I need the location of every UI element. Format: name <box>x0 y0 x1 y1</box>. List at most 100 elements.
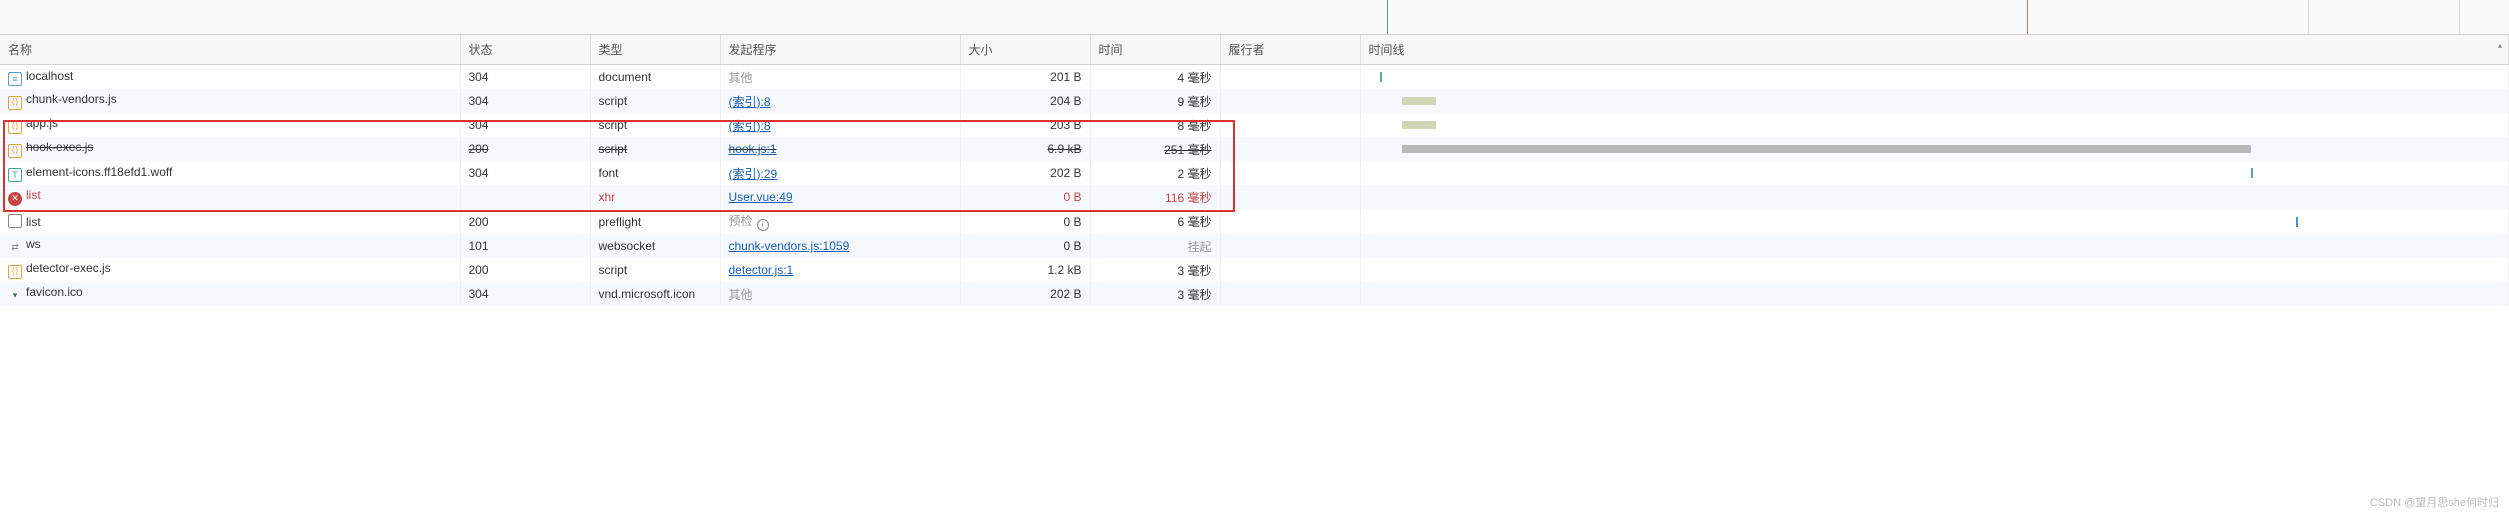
size-cell: 1.2 kB <box>960 258 1090 282</box>
time-cell: 3 毫秒 <box>1090 258 1220 282</box>
type-cell: script <box>590 137 720 161</box>
request-name: hook-exec.js <box>26 140 93 154</box>
col-header-initiator[interactable]: 发起程序 <box>720 35 960 65</box>
col-header-type[interactable]: 类型 <box>590 35 720 65</box>
table-row[interactable]: list200preflight预检i0 B6 毫秒 <box>0 209 2509 234</box>
fulfilled-cell <box>1220 65 1360 90</box>
timeline-overview[interactable] <box>0 0 2509 35</box>
waterfall-cell[interactable] <box>1360 161 2509 185</box>
initiator-cell[interactable]: hook.js:1 <box>720 137 960 161</box>
size-cell: 201 B <box>960 65 1090 90</box>
info-icon[interactable]: i <box>757 219 769 231</box>
network-panel: 名称 状态 类型 发起程序 大小 时间 履行者 时间线 ≡localhost30… <box>0 0 2509 306</box>
script-icon: ⟨⟩ <box>8 96 22 110</box>
fulfilled-cell <box>1220 282 1360 306</box>
initiator-cell[interactable]: User.vue:49 <box>720 185 960 209</box>
fulfilled-cell <box>1220 89 1360 113</box>
request-name: detector-exec.js <box>26 261 111 275</box>
size-cell: 203 B <box>960 113 1090 137</box>
size-cell: 204 B <box>960 89 1090 113</box>
col-header-status[interactable]: 状态 <box>460 35 590 65</box>
size-cell: 0 B <box>960 209 1090 234</box>
type-cell: websocket <box>590 234 720 258</box>
fulfilled-cell <box>1220 209 1360 234</box>
col-header-name[interactable]: 名称 <box>0 35 460 65</box>
type-cell: script <box>590 89 720 113</box>
waterfall-cell[interactable] <box>1360 282 2509 306</box>
col-header-waterfall[interactable]: 时间线 <box>1360 35 2509 65</box>
status-cell: 304 <box>460 282 590 306</box>
script-icon: ⟨⟩ <box>8 120 22 134</box>
websocket-icon: ⇄ <box>8 241 22 255</box>
table-row[interactable]: Telement-icons.ff18efd1.woff304font(索引):… <box>0 161 2509 185</box>
fulfilled-cell <box>1220 258 1360 282</box>
fulfilled-cell <box>1220 234 1360 258</box>
status-cell: 101 <box>460 234 590 258</box>
col-header-time[interactable]: 时间 <box>1090 35 1220 65</box>
type-cell: vnd.microsoft.icon <box>590 282 720 306</box>
request-name: favicon.ico <box>26 285 83 299</box>
status-cell: 200 <box>460 209 590 234</box>
table-row[interactable]: ✕listxhrUser.vue:490 B116 毫秒 <box>0 185 2509 209</box>
col-header-size[interactable]: 大小 <box>960 35 1090 65</box>
time-cell: 251 毫秒 <box>1090 137 1220 161</box>
waterfall-cell[interactable] <box>1360 89 2509 113</box>
request-name: chunk-vendors.js <box>26 92 117 106</box>
table-row[interactable]: ≡localhost304document其他201 B4 毫秒 <box>0 65 2509 90</box>
table-row[interactable]: ⇄ ws 101websocketchunk-vendors.js:10590 B挂… <box>0 234 2509 258</box>
table-row[interactable]: ⟨⟩hook-exec.js200scripthook.js:16.9 kB25… <box>0 137 2509 161</box>
initiator-cell[interactable]: (索引):8 <box>720 113 960 137</box>
error-icon: ✕ <box>8 192 22 206</box>
script-icon: ⟨⟩ <box>8 265 22 279</box>
status-cell: 200 <box>460 258 590 282</box>
table-row[interactable]: ▾ favicon.ico 304vnd.microsoft.icon其他202 B… <box>0 282 2509 306</box>
script-icon: ⟨⟩ <box>8 144 22 158</box>
fulfilled-cell <box>1220 185 1360 209</box>
table-row[interactable]: ⟨⟩ detector-exec.js 200scriptdetector.js:1… <box>0 258 2509 282</box>
table-row[interactable]: ⟨⟩ chunk-vendors.js 304script(索引):8204 B9 … <box>0 89 2509 113</box>
fulfilled-cell <box>1220 161 1360 185</box>
size-cell: 202 B <box>960 161 1090 185</box>
initiator-cell: 其他 <box>720 65 960 90</box>
waterfall-cell[interactable] <box>1360 137 2509 161</box>
fulfilled-cell <box>1220 113 1360 137</box>
status-cell: 304 <box>460 161 590 185</box>
watermark: CSDN @望月思she何时归 <box>2370 494 2499 510</box>
initiator-cell[interactable]: chunk-vendors.js:1059 <box>720 234 960 258</box>
initiator-cell: 其他 <box>720 282 960 306</box>
type-cell: script <box>590 258 720 282</box>
status-cell: 304 <box>460 89 590 113</box>
time-cell: 3 毫秒 <box>1090 282 1220 306</box>
font-icon: T <box>8 168 22 182</box>
fulfilled-cell <box>1220 137 1360 161</box>
size-cell: 202 B <box>960 282 1090 306</box>
waterfall-cell[interactable] <box>1360 258 2509 282</box>
request-name: ws <box>26 237 41 251</box>
network-table: 名称 状态 类型 发起程序 大小 时间 履行者 时间线 ≡localhost30… <box>0 35 2509 306</box>
table-row[interactable]: ⟨⟩app.js304script(索引):8203 B8 毫秒 <box>0 113 2509 137</box>
waterfall-cell[interactable] <box>1360 113 2509 137</box>
initiator-cell[interactable]: detector.js:1 <box>720 258 960 282</box>
status-cell <box>460 185 590 209</box>
fetch-icon <box>8 214 22 228</box>
type-cell: xhr <box>590 185 720 209</box>
time-cell: 挂起 <box>1090 234 1220 258</box>
waterfall-cell[interactable] <box>1360 185 2509 209</box>
time-cell: 2 毫秒 <box>1090 161 1220 185</box>
status-cell: 304 <box>460 65 590 90</box>
type-cell: document <box>590 65 720 90</box>
time-cell: 9 毫秒 <box>1090 89 1220 113</box>
type-cell: script <box>590 113 720 137</box>
waterfall-cell[interactable] <box>1360 65 2509 90</box>
initiator-cell[interactable]: (索引):8 <box>720 89 960 113</box>
waterfall-cell[interactable] <box>1360 234 2509 258</box>
status-cell: 200 <box>460 137 590 161</box>
request-name: localhost <box>26 69 73 83</box>
initiator-cell[interactable]: (索引):29 <box>720 161 960 185</box>
image-icon: ▾ <box>8 289 22 303</box>
col-header-fulfilled[interactable]: 履行者 <box>1220 35 1360 65</box>
time-cell: 8 毫秒 <box>1090 113 1220 137</box>
time-cell: 6 毫秒 <box>1090 209 1220 234</box>
size-cell: 0 B <box>960 234 1090 258</box>
waterfall-cell[interactable] <box>1360 209 2509 234</box>
